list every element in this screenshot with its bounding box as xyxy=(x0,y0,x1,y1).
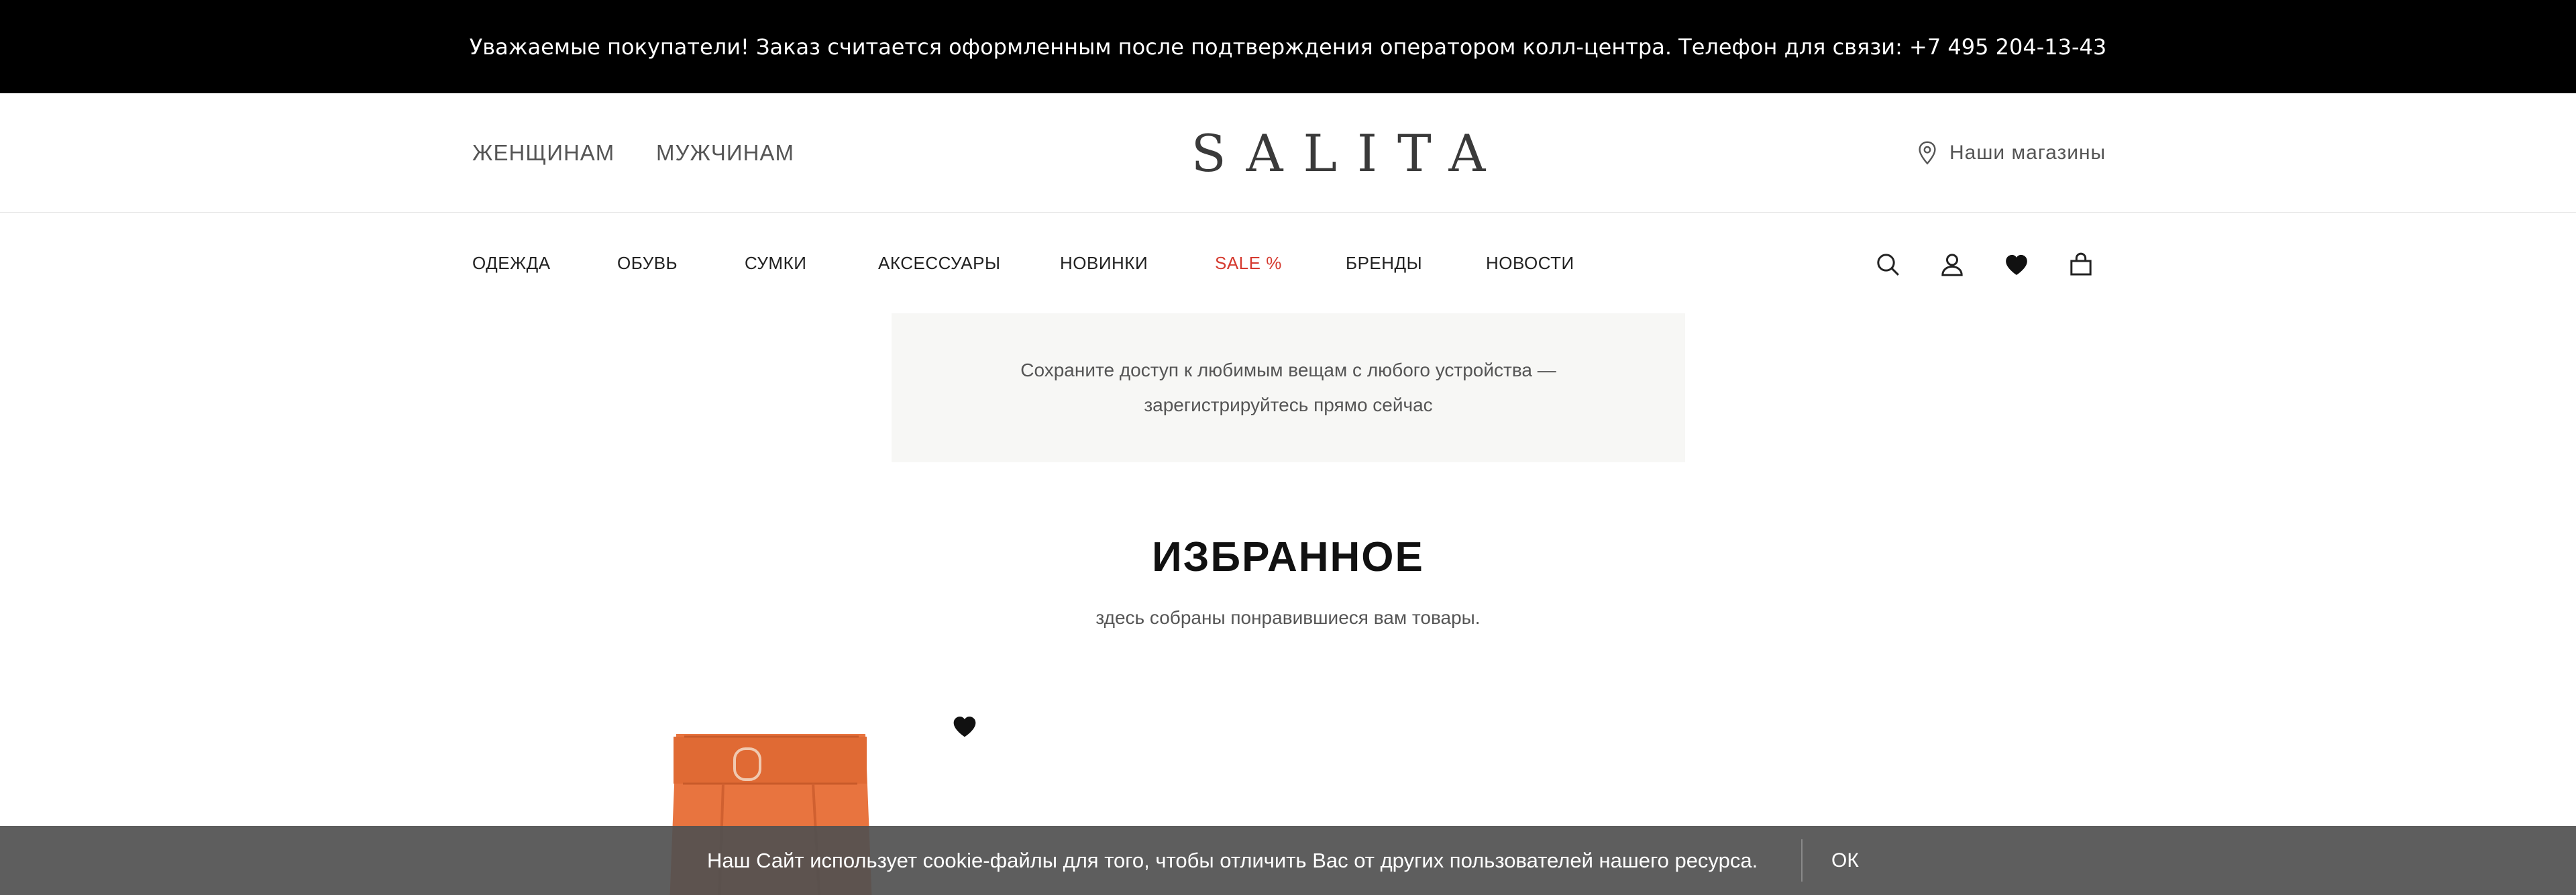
cookie-ok-button[interactable]: ОК xyxy=(1831,826,1859,895)
announcement-text: Уважаемые покупатели! Заказ считается оф… xyxy=(469,34,2107,60)
page-subtitle: здесь собраны понравившиеся вам товары. xyxy=(1095,607,1481,628)
logo[interactable]: SALITA xyxy=(1191,93,1489,213)
stores-link[interactable]: Наши магазины xyxy=(1917,93,2106,213)
favorite-heart-icon[interactable] xyxy=(951,714,978,738)
location-pin-icon xyxy=(1919,141,1936,165)
nav-women-link[interactable]: ЖЕНЩИНАМ xyxy=(472,93,614,213)
user-icon[interactable] xyxy=(1937,250,1967,279)
promo-line-2: зарегистрируйтесь прямо сейчас xyxy=(1144,394,1433,415)
nav-item-sale[interactable]: SALE % xyxy=(1215,213,1282,313)
main-nav: ОДЕЖДА ОБУВЬ СУМКИ АКСЕССУАРЫ НОВИНКИ SA… xyxy=(0,213,2576,313)
header: ЖЕНЩИНАМ МУЖЧИНАМ SALITA Наши магазины xyxy=(0,93,2576,213)
register-promo[interactable]: Сохраните доступ к любимым вещам с любог… xyxy=(892,313,1685,462)
nav-item-bags[interactable]: СУМКИ xyxy=(745,213,806,313)
search-icon[interactable] xyxy=(1873,250,1902,279)
promo-line-1: Сохраните доступ к любимым вещам с любог… xyxy=(1020,360,1556,380)
cookie-divider xyxy=(1801,839,1803,882)
nav-item-brands[interactable]: БРЕНДЫ xyxy=(1346,213,1422,313)
cookie-text: Наш Сайт использует cookie-файлы для тог… xyxy=(707,848,1758,872)
nav-men-link[interactable]: МУЖЧИНАМ xyxy=(656,93,794,213)
cookie-banner: Наш Сайт использует cookie-файлы для тог… xyxy=(0,826,2576,895)
heart-icon[interactable] xyxy=(2002,250,2031,279)
nav-item-news[interactable]: НОВОСТИ xyxy=(1486,213,1574,313)
nav-item-accessories[interactable]: АКСЕССУАРЫ xyxy=(878,213,1000,313)
page-title: ИЗБРАННОЕ xyxy=(1152,534,1424,580)
nav-item-shoes[interactable]: ОБУВЬ xyxy=(617,213,678,313)
announcement-bar: Уважаемые покупатели! Заказ считается оф… xyxy=(0,0,2576,93)
nav-item-clothing[interactable]: ОДЕЖДА xyxy=(472,213,551,313)
stores-label: Наши магазины xyxy=(1949,142,2106,164)
nav-item-new[interactable]: НОВИНКИ xyxy=(1060,213,1148,313)
bag-icon[interactable] xyxy=(2066,250,2096,279)
